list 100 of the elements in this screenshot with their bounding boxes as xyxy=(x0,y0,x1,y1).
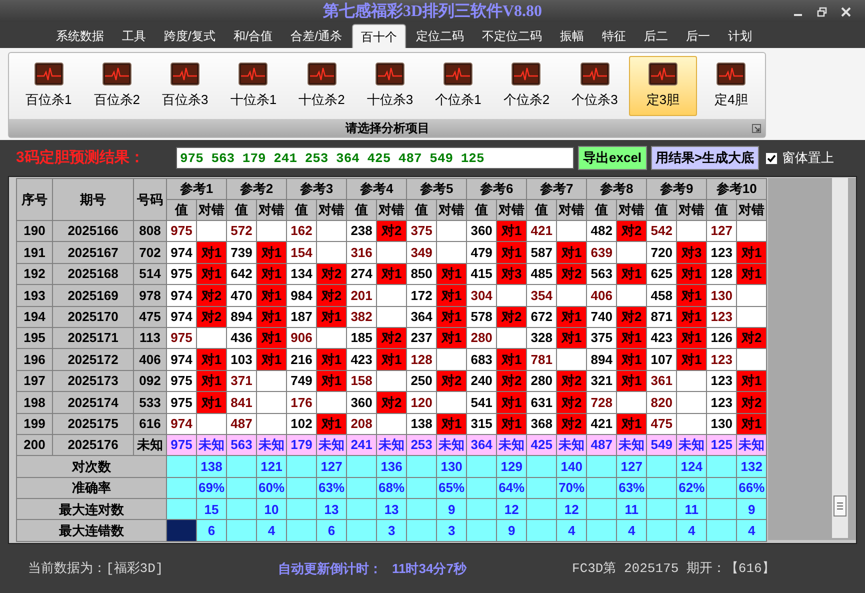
result-cell: 对2 xyxy=(616,306,647,328)
value-cell: 134 xyxy=(286,263,317,285)
menu-tab[interactable]: 后一 xyxy=(678,24,718,48)
table-cell: 2025171 xyxy=(52,327,134,349)
menu-tab[interactable]: 计划 xyxy=(720,24,760,48)
sub-column-header: 值 xyxy=(526,200,557,220)
value-cell: 280 xyxy=(466,327,497,349)
menu-tab[interactable]: 和/合值 xyxy=(225,24,281,48)
ribbon-item[interactable]: 百位杀1 xyxy=(15,56,82,116)
pin-checkbox[interactable] xyxy=(765,152,778,164)
summary-blank-cell xyxy=(706,456,737,478)
result-cell: 对1 xyxy=(556,242,587,264)
ribbon-item[interactable]: 定4胆 xyxy=(698,56,765,116)
sub-column-header: 对错 xyxy=(616,200,647,220)
ribbon-item[interactable]: 百位杀2 xyxy=(83,56,151,116)
menu-tab[interactable]: 特征 xyxy=(594,24,634,48)
summary-cell: 129 xyxy=(496,456,527,478)
value-cell: 975 xyxy=(166,392,196,414)
value-cell: 749 xyxy=(286,370,317,392)
result-cell: 对1 xyxy=(736,413,767,434)
value-cell: 364 xyxy=(406,306,437,328)
table-cell: 193 xyxy=(16,284,52,306)
result-cell: 未知 xyxy=(316,434,347,456)
ribbon-item[interactable]: 十位杀1 xyxy=(220,56,288,116)
summary-blank-cell xyxy=(526,520,557,542)
summary-blank-cell xyxy=(526,477,557,499)
menu-tab[interactable]: 合差/通杀 xyxy=(282,24,350,48)
result-cell: 对1 xyxy=(256,263,287,285)
result-cell: 对1 xyxy=(496,413,527,434)
column-header: 期号 xyxy=(52,178,134,220)
menu-tab[interactable]: 定位二码 xyxy=(408,24,472,48)
value-cell: 127 xyxy=(706,220,737,242)
ribbon-item[interactable]: 十位杀3 xyxy=(356,56,424,116)
menu-tab[interactable]: 不定位二码 xyxy=(474,24,550,48)
result-cell: 对2 xyxy=(496,306,527,328)
value-cell: 974 xyxy=(166,413,196,434)
summary-cell: 127 xyxy=(616,456,647,478)
data-source-text: 当前数据为：[福彩3D] xyxy=(28,560,164,578)
value-cell: 102 xyxy=(286,413,317,434)
vertical-scrollbar[interactable] xyxy=(832,178,848,538)
result-cell: 对2 xyxy=(616,220,647,242)
summary-blank-cell xyxy=(706,520,737,542)
sub-column-header: 对错 xyxy=(316,200,347,220)
menu-tab[interactable]: 振幅 xyxy=(552,24,592,48)
result-cell: 对1 xyxy=(616,327,647,349)
close-icon[interactable] xyxy=(841,7,851,17)
result-cell: 对1 xyxy=(616,263,647,285)
value-cell: 123 xyxy=(706,370,737,392)
result-cell: 对1 xyxy=(436,263,467,285)
value-cell: 974 xyxy=(166,348,196,370)
ribbon-item[interactable]: 个位杀1 xyxy=(424,56,492,116)
value-cell: 179 xyxy=(286,434,317,456)
result-cell: 对1 xyxy=(736,242,767,264)
result-cell: 未知 xyxy=(376,434,407,456)
table-cell: 2025175 xyxy=(52,413,134,434)
latest-draw-text: FC3D第 2025175 期开：【616】 xyxy=(572,560,775,578)
group-header: 参考7 xyxy=(526,178,587,200)
summary-blank-cell xyxy=(226,498,257,520)
ribbon-item[interactable]: 百位杀3 xyxy=(152,56,219,116)
table-cell: 2025173 xyxy=(52,370,134,392)
menu-tab[interactable]: 后二 xyxy=(636,24,676,48)
ribbon-item[interactable]: 个位杀3 xyxy=(561,56,628,116)
result-cell: 对2 xyxy=(196,284,227,306)
ribbon-item[interactable]: 个位杀2 xyxy=(492,56,560,116)
value-cell: 479 xyxy=(466,242,497,264)
summary-cell: 64% xyxy=(496,477,527,499)
result-cell: 对1 xyxy=(196,370,227,392)
generate-button[interactable]: 用结果>生成大底 xyxy=(650,146,760,170)
value-cell: 368 xyxy=(526,413,557,434)
value-cell: 871 xyxy=(646,306,677,328)
ribbon-item[interactable]: 十位杀2 xyxy=(288,56,356,116)
value-cell: 120 xyxy=(406,392,437,414)
summary-blank-cell xyxy=(706,498,737,520)
heartbeat-monitor-icon xyxy=(102,62,132,86)
summary-cell: 121 xyxy=(256,456,287,478)
export-button[interactable]: 导出excel xyxy=(578,146,647,170)
menu-tab[interactable]: 系统数据 xyxy=(48,24,112,48)
restore-icon[interactable] xyxy=(817,7,827,17)
result-cell: 未知 xyxy=(736,434,767,456)
menu-tab[interactable]: 百十个 xyxy=(352,24,406,48)
value-cell: 563 xyxy=(586,263,617,285)
summary-blank-cell xyxy=(466,456,497,478)
summary-cell: 11 xyxy=(616,498,647,520)
result-cell: 对1 xyxy=(556,306,587,328)
summary-cell: 13 xyxy=(316,498,347,520)
value-cell: 375 xyxy=(586,327,617,349)
summary-cell: 4 xyxy=(736,520,767,542)
result-cell: 未知 xyxy=(256,434,287,456)
prediction-field[interactable]: 975 563 179 241 253 364 425 487 549 125 xyxy=(176,147,574,169)
table-cell: 2025176 xyxy=(52,434,134,456)
summary-blank-cell xyxy=(286,456,317,478)
result-cell: 对1 xyxy=(616,348,647,370)
table-cell: 808 xyxy=(134,220,166,242)
menu-tab[interactable]: 工具 xyxy=(114,24,154,48)
dialog-launcher-icon[interactable] xyxy=(752,124,761,132)
menu-tab[interactable]: 跨度/复式 xyxy=(156,24,224,48)
summary-cell: 11 xyxy=(676,498,707,520)
ribbon-item[interactable]: 定3胆 xyxy=(629,56,697,116)
result-cell: 未知 xyxy=(196,434,227,456)
value-cell: 185 xyxy=(346,327,377,349)
